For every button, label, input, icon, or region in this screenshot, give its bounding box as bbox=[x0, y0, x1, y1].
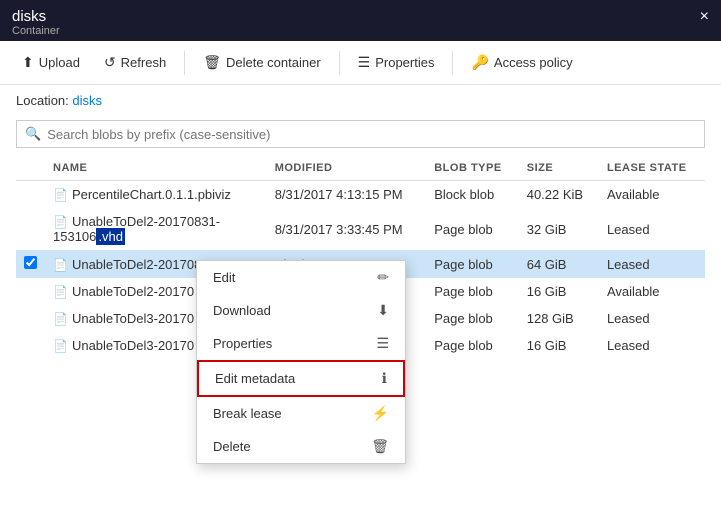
file-icon: 📄 bbox=[53, 339, 68, 353]
row-leaseState-cell: Leased bbox=[599, 332, 705, 359]
file-icon: 📄 bbox=[53, 215, 68, 229]
file-icon: 📄 bbox=[53, 188, 68, 202]
location-bar: Location: disks bbox=[0, 85, 721, 116]
table-header-row: NAME MODIFIED BLOB TYPE SIZE LEASE STATE bbox=[16, 156, 705, 181]
context-menu-download[interactable]: Download ⬇ bbox=[197, 294, 405, 327]
col-modified: MODIFIED bbox=[267, 156, 427, 181]
file-icon: 📄 bbox=[53, 312, 68, 326]
table-row[interactable]: 📄UnableToDel2-20170831-153106.vhd8/31/20… bbox=[16, 208, 705, 250]
row-name-cell: 📄UnableToDel2-20170831-153106.vhd bbox=[45, 208, 267, 250]
row-checkbox-cell bbox=[16, 250, 45, 278]
toolbar-separator-3 bbox=[452, 51, 453, 75]
row-blobType-cell: Page blob bbox=[426, 278, 519, 305]
row-size-cell: 64 GiB bbox=[519, 250, 599, 278]
title-bar: disks Container × bbox=[0, 0, 721, 41]
context-menu-item-label: Break lease bbox=[213, 406, 282, 421]
row-blobType-cell: Page blob bbox=[426, 250, 519, 278]
row-size-cell: 32 GiB bbox=[519, 208, 599, 250]
row-size-cell: 16 GiB bbox=[519, 278, 599, 305]
row-modified-cell: 8/31/2017 3:33:45 PM bbox=[267, 208, 427, 250]
row-checkbox-cell bbox=[16, 332, 45, 359]
row-leaseState-cell: Leased bbox=[599, 250, 705, 278]
row-leaseState-cell: Leased bbox=[599, 208, 705, 250]
edit-icon: ✏ bbox=[377, 269, 389, 286]
file-icon: 📄 bbox=[53, 258, 68, 272]
row-leaseState-cell: Leased bbox=[599, 305, 705, 332]
properties-icon: ☰ bbox=[358, 54, 371, 71]
row-leaseState-cell: Available bbox=[599, 278, 705, 305]
row-size-cell: 16 GiB bbox=[519, 332, 599, 359]
upload-button[interactable]: ⬆ Upload bbox=[12, 48, 90, 77]
properties-icon: ☰ bbox=[376, 335, 389, 352]
search-bar: 🔍 bbox=[0, 116, 721, 156]
context-menu-item-label: Edit metadata bbox=[215, 371, 295, 386]
context-menu-edit[interactable]: Edit ✏ bbox=[197, 261, 405, 294]
upload-icon: ⬆ bbox=[22, 54, 34, 71]
row-leaseState-cell: Available bbox=[599, 181, 705, 209]
row-modified-cell: 8/31/2017 4:13:15 PM bbox=[267, 181, 427, 209]
context-menu-item-label: Edit bbox=[213, 270, 235, 285]
row-checkbox[interactable] bbox=[24, 256, 37, 269]
row-blobType-cell: Page blob bbox=[426, 305, 519, 332]
row-size-cell: 128 GiB bbox=[519, 305, 599, 332]
toolbar: ⬆ Upload ↺ Refresh 🗑 Delete container ☰ … bbox=[0, 41, 721, 85]
access-policy-icon: 🔑 bbox=[471, 54, 488, 71]
context-menu: Edit✏Download⬇Properties☰Edit metadataℹB… bbox=[196, 260, 406, 464]
refresh-button[interactable]: ↺ Refresh bbox=[94, 48, 176, 77]
row-checkbox-cell bbox=[16, 208, 45, 250]
row-checkbox-cell bbox=[16, 278, 45, 305]
row-name-cell: 📄PercentileChart.0.1.1.pbiviz bbox=[45, 181, 267, 209]
col-blob-type: BLOB TYPE bbox=[426, 156, 519, 181]
col-name: NAME bbox=[45, 156, 267, 181]
name-highlight: .vhd bbox=[96, 228, 125, 245]
edit-metadata-icon: ℹ bbox=[382, 370, 387, 387]
download-icon: ⬇ bbox=[377, 302, 389, 319]
row-checkbox-cell bbox=[16, 181, 45, 209]
context-menu-break-lease[interactable]: Break lease ⚡ bbox=[197, 397, 405, 430]
context-menu-item-label: Delete bbox=[213, 439, 251, 454]
location-link[interactable]: disks bbox=[72, 93, 102, 108]
search-input[interactable] bbox=[47, 127, 696, 142]
context-menu-properties[interactable]: Properties ☰ bbox=[197, 327, 405, 360]
delete-container-button[interactable]: 🗑 Delete container bbox=[193, 48, 330, 77]
context-menu-item-label: Properties bbox=[213, 336, 272, 351]
toolbar-separator bbox=[184, 51, 185, 75]
access-policy-button[interactable]: 🔑 Access policy bbox=[461, 48, 582, 77]
app-title: disks bbox=[12, 8, 60, 25]
row-checkbox-cell bbox=[16, 305, 45, 332]
col-lease-state: LEASE STATE bbox=[599, 156, 705, 181]
table-row[interactable]: 📄PercentileChart.0.1.1.pbiviz8/31/2017 4… bbox=[16, 181, 705, 209]
break-lease-icon: ⚡ bbox=[372, 405, 389, 422]
row-blobType-cell: Page blob bbox=[426, 208, 519, 250]
row-blobType-cell: Page blob bbox=[426, 332, 519, 359]
delete-icon: 🗑 bbox=[371, 438, 389, 455]
toolbar-separator-2 bbox=[339, 51, 340, 75]
col-checkbox bbox=[16, 156, 45, 181]
app-subtitle: Container bbox=[12, 25, 60, 37]
refresh-icon: ↺ bbox=[104, 54, 116, 71]
col-size: SIZE bbox=[519, 156, 599, 181]
search-icon: 🔍 bbox=[25, 126, 41, 142]
close-button[interactable]: × bbox=[700, 8, 709, 26]
row-blobType-cell: Block blob bbox=[426, 181, 519, 209]
context-menu-delete[interactable]: Delete 🗑 bbox=[197, 430, 405, 463]
search-input-wrap: 🔍 bbox=[16, 120, 705, 148]
context-menu-edit-metadata[interactable]: Edit metadata ℹ bbox=[197, 360, 405, 397]
context-menu-item-label: Download bbox=[213, 303, 271, 318]
row-size-cell: 40.22 KiB bbox=[519, 181, 599, 209]
properties-button[interactable]: ☰ Properties bbox=[348, 48, 445, 77]
delete-container-icon: 🗑 bbox=[203, 54, 221, 71]
file-icon: 📄 bbox=[53, 285, 68, 299]
